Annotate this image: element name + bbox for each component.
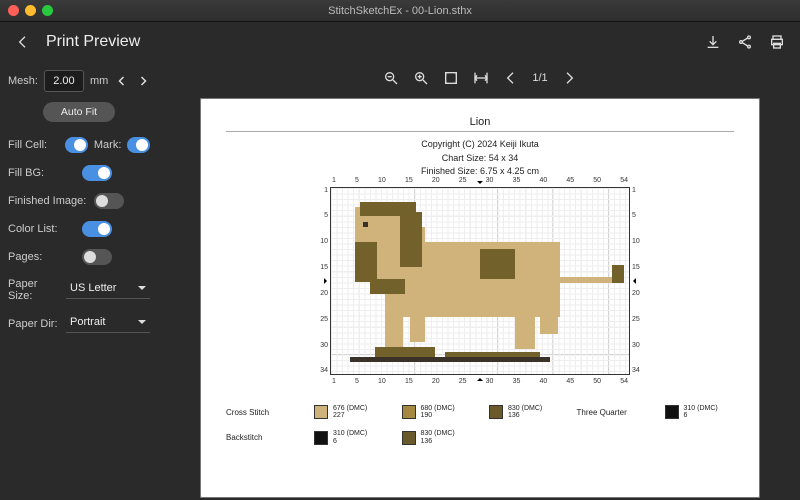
back-button[interactable] — [14, 33, 32, 51]
mesh-input[interactable] — [44, 70, 84, 92]
legend: Cross Stitch 676 (DMC)227 680 (DMC)190 8… — [226, 405, 734, 446]
swatch-cs2: 680 (DMC)190 — [402, 405, 472, 420]
share-button[interactable] — [736, 33, 754, 51]
swatch-bs2: 830 (DMC)136 — [402, 430, 472, 445]
download-button[interactable] — [704, 33, 722, 51]
fill-bg-label: Fill BG: — [8, 167, 76, 179]
swatch-bs1: 310 (DMC)6 — [314, 430, 384, 445]
sidebar: Mesh: mm Auto Fit Fill Cell: Mark: Fill … — [0, 62, 160, 500]
fill-cell-toggle[interactable] — [65, 137, 88, 153]
doc-title: Lion — [226, 116, 734, 128]
close-window-button[interactable] — [8, 5, 19, 16]
fill-bg-toggle[interactable] — [82, 165, 112, 181]
color-list-label: Color List: — [8, 223, 76, 235]
pages-label: Pages: — [8, 251, 76, 263]
page-indicator: 1/1 — [532, 72, 547, 84]
pages-toggle[interactable] — [82, 249, 112, 265]
print-button[interactable] — [768, 33, 786, 51]
zoom-window-button[interactable] — [42, 5, 53, 16]
finished-image-toggle[interactable] — [94, 193, 124, 209]
fit-width-button[interactable] — [472, 69, 490, 87]
mesh-prev-button[interactable] — [114, 70, 129, 92]
paper-dir-label: Paper Dir: — [8, 318, 60, 330]
swatch-cs3: 830 (DMC)136 — [489, 405, 559, 420]
paper-dir-value: Portrait — [70, 316, 105, 328]
fit-page-button[interactable] — [442, 69, 460, 87]
color-list-toggle[interactable] — [82, 221, 112, 237]
app-header: Print Preview — [0, 22, 800, 62]
finished-image-label: Finished Image: — [8, 195, 88, 207]
auto-fit-button[interactable]: Auto Fit — [43, 102, 115, 122]
paper-size-select[interactable]: US Letter — [66, 282, 150, 299]
chart-wrap: 1510152025303540455054 15101520253034 15… — [330, 187, 630, 375]
preview-page: Lion Copyright (C) 2024 Keiji Ikuta Char… — [200, 98, 760, 498]
titlebar: StitchSketchEx - 00-Lion.sthx — [0, 0, 800, 22]
page-title: Print Preview — [46, 33, 140, 51]
minimize-window-button[interactable] — [25, 5, 36, 16]
backstitch-label: Backstitch — [226, 433, 296, 442]
fill-cell-label: Fill Cell: — [8, 139, 59, 151]
chevron-down-icon — [138, 320, 146, 328]
chevron-down-icon — [138, 286, 146, 294]
mesh-label: Mesh: — [8, 75, 38, 87]
swatch-cs1: 676 (DMC)227 — [314, 405, 384, 420]
mark-label: Mark: — [94, 139, 122, 151]
chart-grid — [330, 187, 630, 375]
center-mark-left — [324, 278, 330, 284]
zoom-in-button[interactable] — [412, 69, 430, 87]
center-mark-top — [477, 181, 483, 187]
mesh-row: Mesh: mm — [8, 70, 150, 92]
paper-size-value: US Letter — [70, 282, 116, 294]
divider — [226, 131, 734, 132]
preview-stage: 1/1 Lion Copyright (C) 2024 Keiji Ikuta … — [160, 62, 800, 500]
main-area: Mesh: mm Auto Fit Fill Cell: Mark: Fill … — [0, 62, 800, 500]
three-quarter-label: Three Quarter — [577, 408, 647, 417]
mark-toggle[interactable] — [127, 137, 150, 153]
doc-meta: Copyright (C) 2024 Keiji Ikuta Chart Siz… — [226, 138, 734, 179]
mesh-unit: mm — [90, 75, 108, 87]
preview-toolbar: 1/1 — [382, 64, 577, 92]
paper-dir-select[interactable]: Portrait — [66, 316, 150, 333]
doc-copyright: Copyright (C) 2024 Keiji Ikuta — [226, 138, 734, 152]
cross-stitch-label: Cross Stitch — [226, 408, 296, 417]
prev-page-button[interactable] — [502, 69, 520, 87]
mesh-next-button[interactable] — [135, 70, 150, 92]
center-mark-bottom — [477, 375, 483, 381]
zoom-out-button[interactable] — [382, 69, 400, 87]
doc-chart-size: Chart Size: 54 x 34 — [226, 152, 734, 166]
swatch-tq1: 310 (DMC)6 — [665, 405, 735, 420]
paper-size-label: Paper Size: — [8, 278, 60, 302]
window-title: StitchSketchEx - 00-Lion.sthx — [0, 5, 800, 17]
center-mark-right — [630, 278, 636, 284]
traffic-lights — [8, 5, 53, 16]
next-page-button[interactable] — [560, 69, 578, 87]
